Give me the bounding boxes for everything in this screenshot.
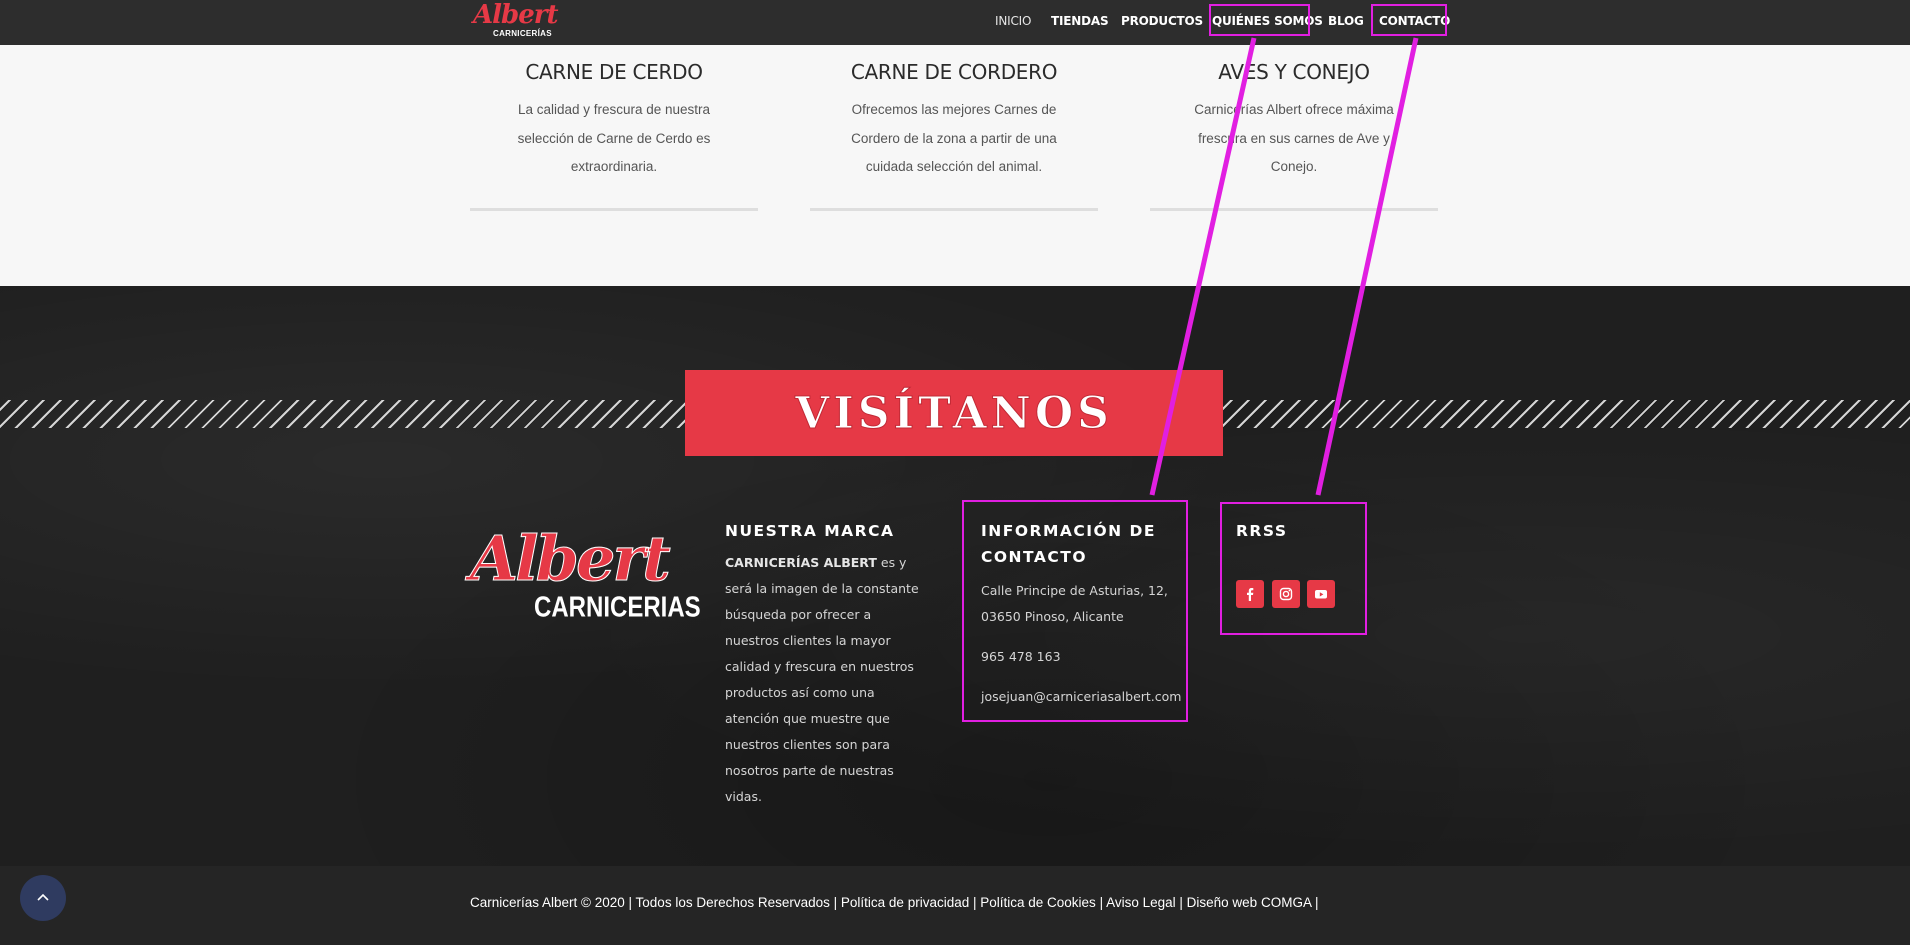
- card-title: AVES Y CONEJO: [1218, 60, 1370, 84]
- product-card-cerdo: CARNE DE CERDO La calidad y frescura de …: [470, 60, 758, 211]
- highlight-box-contacto: [1371, 4, 1447, 36]
- contact-column-title: INFORMACIÓN DE CONTACTO: [981, 522, 1157, 566]
- card-description: Carnicerías Albert ofrece máxima frescur…: [1194, 102, 1394, 174]
- facebook-icon[interactable]: [1236, 580, 1264, 608]
- logo-script-text: Albert: [473, 0, 558, 30]
- brand-name: CARNICERÍAS ALBERT: [725, 555, 877, 570]
- separator: |: [1095, 895, 1107, 910]
- footer-logo-script: Albert: [470, 522, 672, 596]
- bottom-bar: Carnicerías Albert © 2020 | Todos los De…: [0, 866, 1910, 945]
- card-divider: [470, 208, 758, 211]
- card-title: CARNE DE CORDERO: [850, 60, 1058, 84]
- separator: |: [969, 895, 981, 910]
- copyright-text: Carnicerías Albert © 2020 | Todos los De…: [470, 895, 841, 910]
- card-divider: [1150, 208, 1438, 211]
- nav-item-productos[interactable]: PRODUCTOS: [1121, 14, 1203, 28]
- banner-title: VISÍTANOS: [795, 388, 1113, 440]
- header-logo[interactable]: Albert CARNICERÍAS: [471, 0, 558, 42]
- instagram-icon[interactable]: [1272, 580, 1300, 608]
- product-card-aves-conejo: AVES Y CONEJO Carnicerías Albert ofrece …: [1150, 60, 1438, 211]
- footer-logo[interactable]: Albert CARNICERIAS: [470, 522, 701, 630]
- brand-description: es y será la imagen de la constante búsq…: [725, 555, 919, 804]
- brand-column-text: CARNICERÍAS ALBERT es y será la imagen d…: [725, 550, 925, 810]
- social-column: RRSS: [1220, 502, 1367, 635]
- contact-phone[interactable]: 965 478 163: [981, 644, 1186, 670]
- separator: |: [1175, 895, 1187, 910]
- social-column-title: RRSS: [1236, 522, 1288, 540]
- top-navigation-bar: Albert CARNICERÍAS INICIO TIENDAS PRODUC…: [0, 0, 1910, 45]
- card-description: Ofrecemos las mejores Carnes de Cordero …: [851, 102, 1057, 174]
- nav-item-blog[interactable]: BLOG: [1328, 14, 1364, 28]
- visitanos-banner: VISÍTANOS: [685, 370, 1223, 456]
- highlight-box-quienes-somos: [1209, 4, 1310, 36]
- copyright-line: Carnicerías Albert © 2020 | Todos los De…: [470, 895, 1318, 910]
- chevron-up-icon: [37, 893, 49, 901]
- brand-column-title: NUESTRA MARCA: [725, 522, 895, 540]
- scroll-to-top-button[interactable]: [20, 875, 66, 921]
- nav-item-tiendas[interactable]: TIENDAS: [1051, 14, 1109, 28]
- legal-notice-link[interactable]: Aviso Legal: [1106, 895, 1176, 910]
- card-description: La calidad y frescura de nuestra selecci…: [517, 102, 711, 174]
- card-divider: [810, 208, 1098, 211]
- card-title: CARNE DE CERDO: [525, 60, 703, 84]
- footer-logo-sub: CARNICERIAS: [534, 591, 701, 624]
- contact-info-column: INFORMACIÓN DE CONTACTO Calle Principe d…: [962, 500, 1188, 722]
- contact-address: Calle Principe de Asturias, 12, 03650 Pi…: [981, 583, 1168, 624]
- separator-end: |: [1311, 895, 1319, 910]
- privacy-policy-link[interactable]: Política de privacidad: [841, 895, 969, 910]
- contact-email[interactable]: josejuan@carniceriasalbert.com: [981, 684, 1186, 710]
- logo-sub-text: CARNICERÍAS: [493, 29, 552, 38]
- youtube-icon[interactable]: [1307, 580, 1335, 608]
- web-design-link[interactable]: Diseño web COMGA: [1187, 895, 1312, 910]
- product-card-cordero: CARNE DE CORDERO Ofrecemos las mejores C…: [810, 60, 1098, 211]
- brand-column: NUESTRA MARCA CARNICERÍAS ALBERT es y se…: [725, 518, 925, 810]
- cookies-policy-link[interactable]: Política de Cookies: [980, 895, 1096, 910]
- nav-item-inicio[interactable]: INICIO: [995, 14, 1031, 28]
